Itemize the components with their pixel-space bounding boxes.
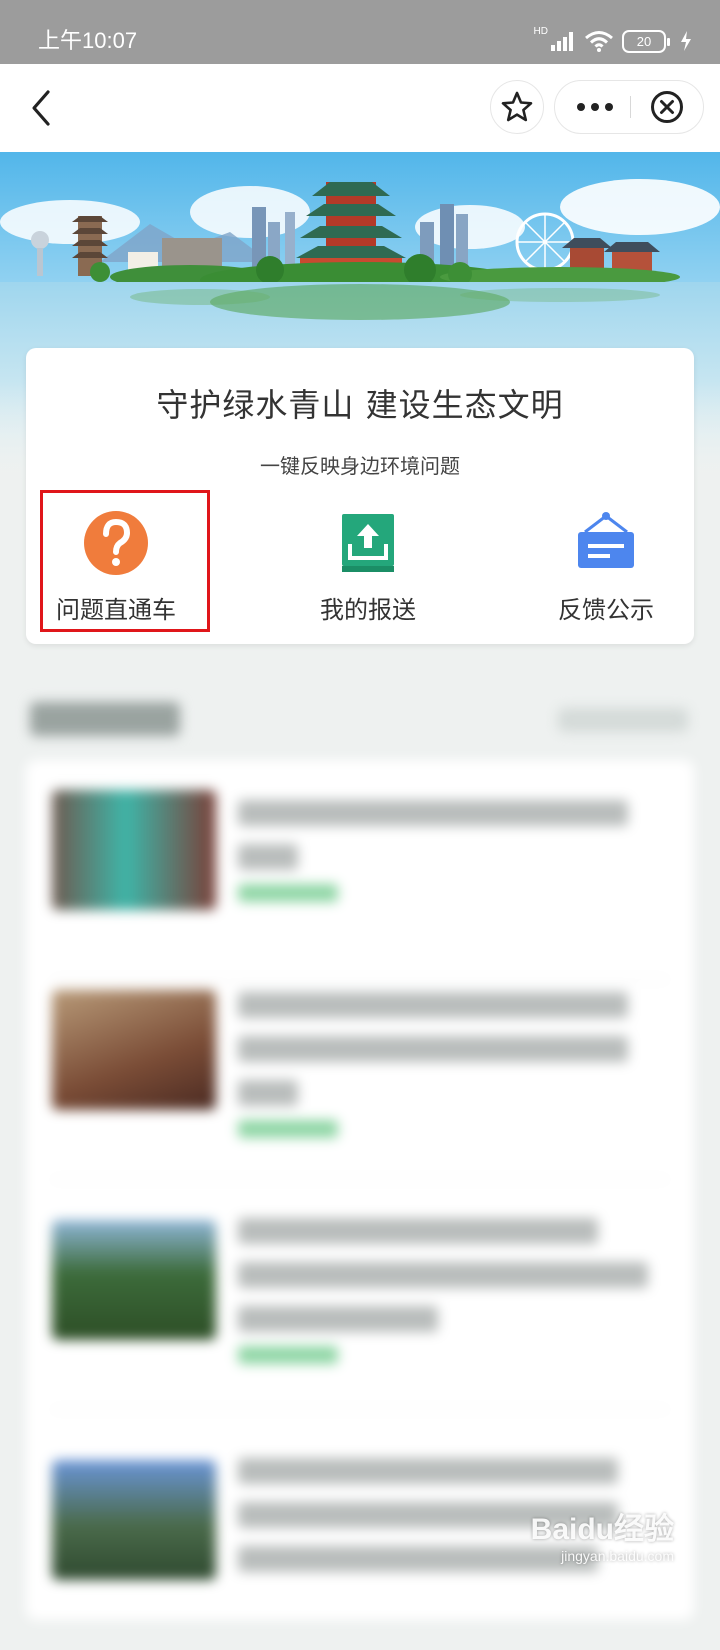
charging-icon	[681, 31, 691, 51]
card-subtitle: 一键反映身边环境问题	[260, 454, 460, 478]
close-button[interactable]	[637, 81, 697, 133]
card-title: 守护绿水青山 建设生态文明	[156, 386, 564, 424]
status-bar: 上午10:07 HD 20	[0, 0, 720, 64]
question-icon	[81, 508, 151, 578]
mini-program-capsule	[554, 80, 704, 134]
action-label: 我的报送	[320, 596, 416, 624]
report-entry-card: 守护绿水青山 建设生态文明 一键反映身边环境问题 问题直通车 我的报送 反馈公示	[26, 348, 694, 644]
watermark-main: Baidu经验	[530, 1513, 674, 1546]
favorite-button[interactable]	[490, 80, 544, 134]
star-icon	[501, 91, 533, 122]
close-circle-icon	[651, 91, 683, 123]
watermark-sub: jingyan.baidu.com	[561, 1548, 674, 1564]
news-thumbnail	[52, 990, 216, 1110]
back-button[interactable]	[22, 84, 70, 132]
news-thumbnail	[52, 1460, 216, 1580]
status-time: 上午10:07	[38, 28, 138, 53]
wifi-icon	[585, 31, 613, 52]
baidu-jingyan-watermark: Baidu经验 jingyan.baidu.com	[531, 1504, 674, 1564]
my-reports-button[interactable]: 我的报送	[278, 508, 458, 628]
blurred-news-section	[0, 660, 720, 1620]
status-icons: HD 20	[534, 26, 692, 56]
more-dots-icon	[577, 103, 613, 111]
section-more-blurred	[558, 708, 688, 732]
news-thumbnail	[52, 1220, 216, 1340]
news-list	[26, 760, 694, 1620]
nav-bar	[0, 64, 720, 152]
upload-tray-icon	[333, 508, 403, 578]
hd-badge: HD	[533, 26, 548, 37]
news-item[interactable]	[26, 760, 694, 980]
feedback-notice-button[interactable]: 反馈公示	[516, 508, 696, 628]
notice-board-icon	[571, 508, 641, 578]
battery-indicator: 20	[622, 29, 670, 53]
action-label: 反馈公示	[558, 596, 654, 624]
action-label: 问题直通车	[56, 596, 176, 624]
section-title-blurred	[30, 702, 180, 736]
more-button[interactable]	[565, 81, 625, 133]
capsule-divider	[630, 96, 631, 118]
back-icon	[32, 90, 50, 126]
news-item[interactable]	[26, 960, 694, 1180]
problem-direct-button[interactable]: 问题直通车	[26, 508, 206, 628]
news-item[interactable]	[26, 1190, 694, 1410]
signal-icon	[551, 32, 573, 51]
news-thumbnail	[52, 790, 216, 910]
